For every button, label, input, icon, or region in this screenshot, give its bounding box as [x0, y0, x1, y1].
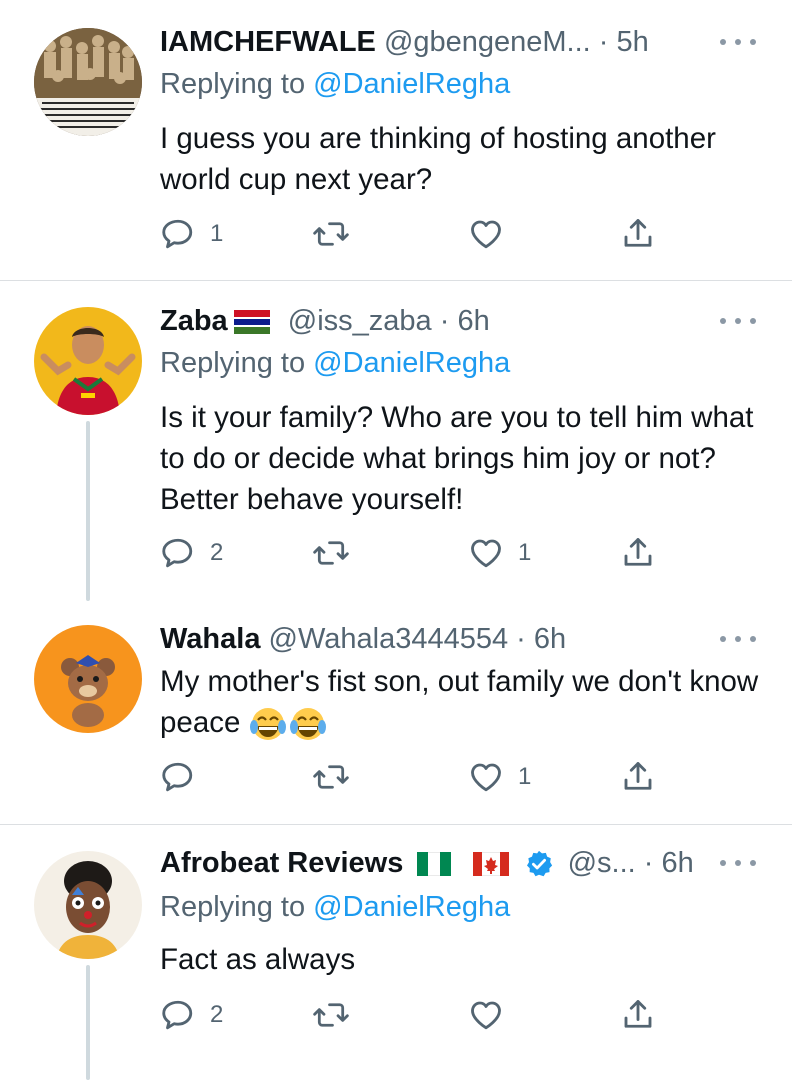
tweet-afrobeat-reviews[interactable]: Afrobeat Reviews @s... · 6h Replying to … [0, 825, 792, 1080]
user-handle[interactable]: @s... [568, 847, 636, 879]
display-name[interactable]: Afrobeat Reviews [160, 847, 403, 879]
separator-dot: · [439, 305, 450, 337]
tweet-text: Is it your family? Who are you to tell h… [160, 401, 754, 516]
more-options-icon[interactable] [720, 843, 756, 883]
tweet-iamchefwale[interactable]: IAMCHEFWALE @gbengeneM... · 5h Replying … [0, 0, 792, 280]
share-icon [624, 1000, 652, 1028]
replying-label: Replying to [160, 347, 314, 379]
retweet-button[interactable] [312, 757, 364, 797]
face-paint-avatar [34, 851, 142, 959]
replying-to: Replying to @DanielRegha [160, 887, 510, 927]
timestamp[interactable]: 6h [534, 623, 566, 655]
reply-count: 2 [210, 1001, 224, 1028]
mention-link[interactable]: @DanielRegha [313, 891, 510, 923]
reply-icon [162, 1000, 193, 1030]
nigeria-flag-icon [417, 852, 452, 877]
reply-icon [162, 762, 193, 792]
user-handle[interactable]: @iss_zaba [288, 305, 432, 337]
share-icon [624, 219, 652, 247]
share-icon [624, 762, 652, 790]
retweet-icon [313, 765, 349, 789]
bear-avatar [34, 625, 142, 733]
heart-icon [471, 539, 501, 568]
user-handle[interactable]: @gbengeneM... [384, 26, 591, 58]
retweet-button[interactable] [312, 995, 364, 1035]
heart-icon [471, 220, 501, 249]
retweet-button[interactable] [312, 533, 364, 573]
tears-of-joy-emoji-icon [249, 708, 326, 741]
like-button[interactable]: 1 [468, 757, 531, 797]
tweet-text: Fact as always [160, 943, 356, 976]
display-name[interactable]: Zaba [160, 305, 228, 337]
display-name[interactable]: IAMCHEFWALE [160, 26, 376, 58]
tweet-text: I guess you are thinking of hosting anot… [160, 122, 716, 196]
tweet-actions: 2 1 [160, 533, 680, 573]
retweet-icon [313, 222, 349, 246]
retweet-icon [313, 541, 349, 565]
mention-link[interactable]: @DanielRegha [313, 347, 510, 379]
heart-icon [471, 1001, 501, 1030]
footballer-avatar [34, 307, 142, 415]
more-options-icon[interactable] [720, 22, 756, 62]
gambia-flag-icon [233, 310, 270, 335]
replying-label: Replying to [160, 891, 314, 923]
reply-count: 1 [210, 220, 224, 247]
reply-icon [162, 219, 193, 249]
display-name[interactable]: Wahala [160, 623, 260, 655]
reply-icon [162, 538, 193, 568]
tweet-header: Zaba @iss_zaba · 6h [160, 301, 792, 341]
mention-link[interactable]: @DanielRegha [313, 68, 510, 100]
canada-flag-icon [473, 852, 510, 877]
share-button[interactable] [620, 214, 656, 254]
tweet-zaba[interactable]: Zaba @iss_zaba · 6h Replying to @DanielR… [0, 281, 792, 601]
heart-icon [471, 763, 501, 792]
separator-dot: · [598, 26, 609, 58]
share-button[interactable] [620, 533, 656, 573]
like-button[interactable]: 1 [468, 533, 531, 573]
tweet-wahala[interactable]: Wahala @Wahala3444554 · 6h My mother's f… [0, 601, 792, 823]
user-handle[interactable]: @Wahala3444554 [269, 623, 509, 655]
avatar[interactable] [34, 28, 142, 136]
like-button[interactable] [468, 995, 518, 1035]
avatar[interactable] [34, 625, 142, 733]
thread-line [86, 421, 90, 601]
timestamp[interactable]: 5h [617, 26, 649, 58]
avatar[interactable] [34, 307, 142, 415]
reply-count: 2 [210, 539, 224, 566]
like-button[interactable] [468, 214, 518, 254]
like-count: 1 [518, 763, 532, 790]
retweet-button[interactable] [312, 214, 364, 254]
like-count: 1 [518, 539, 532, 566]
tweet-actions: 1 [160, 214, 680, 254]
timestamp[interactable]: 6h [662, 847, 694, 879]
tweet-text: My mother's fist son, out family we don'… [160, 661, 760, 743]
replying-to: Replying to @DanielRegha [160, 343, 510, 383]
tweet-header: Wahala @Wahala3444554 · 6h [160, 619, 792, 659]
reply-button[interactable]: 2 [160, 533, 223, 573]
tweet-header: Afrobeat Reviews @s... · 6h [160, 843, 792, 883]
verified-badge-icon [526, 851, 552, 877]
more-options-icon[interactable] [720, 301, 756, 341]
replying-to: Replying to @DanielRegha [160, 64, 510, 104]
share-button[interactable] [620, 995, 656, 1035]
timestamp[interactable]: 6h [457, 305, 489, 337]
reply-button[interactable]: 2 [160, 995, 223, 1035]
separator-dot: · [516, 623, 526, 655]
statues-photo-avatar [34, 28, 142, 136]
reply-button[interactable]: 1 [160, 214, 223, 254]
share-button[interactable] [620, 757, 656, 797]
retweet-icon [313, 1003, 349, 1027]
tweet-actions: 2 [160, 995, 680, 1035]
separator-dot: · [643, 847, 654, 879]
thread-line [86, 965, 90, 1080]
tweet-actions: 1 [160, 757, 680, 797]
reply-button[interactable] [160, 757, 210, 797]
more-options-icon[interactable] [720, 619, 756, 659]
avatar[interactable] [34, 851, 142, 959]
replying-label: Replying to [160, 68, 314, 100]
tweet-header: IAMCHEFWALE @gbengeneM... · 5h [160, 22, 792, 62]
share-icon [624, 538, 652, 566]
